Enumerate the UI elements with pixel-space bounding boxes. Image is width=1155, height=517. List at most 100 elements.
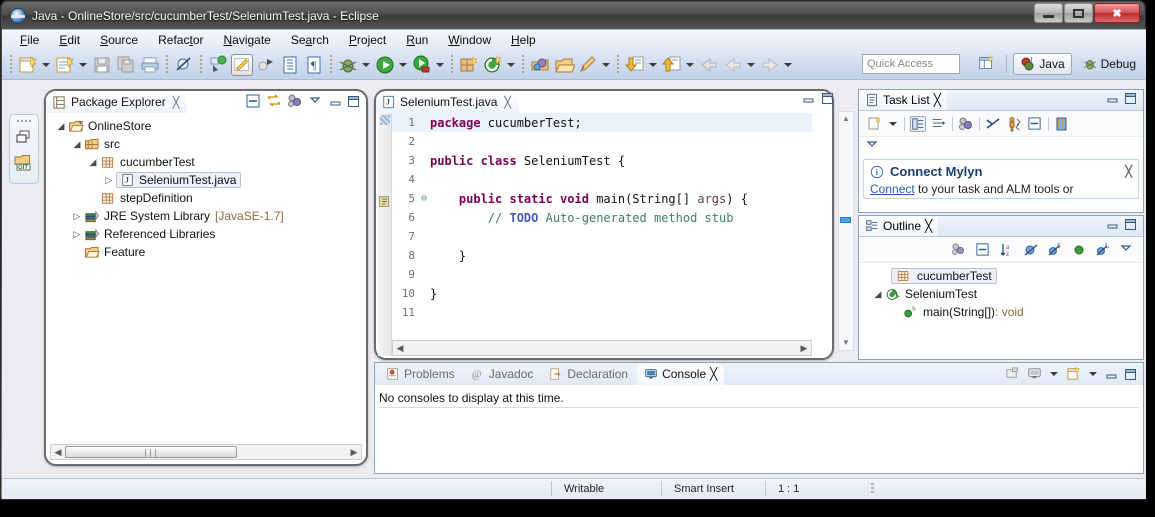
code-line[interactable]: 8 } — [392, 246, 812, 265]
scroll-right-icon[interactable]: ▶ — [347, 447, 361, 458]
run-dropdown-icon[interactable] — [397, 54, 408, 76]
outline-row-seleniumtest[interactable]: ◢ SeleniumTest — [867, 285, 1143, 303]
outline-row-cucumbertest[interactable]: cucumberTest — [867, 267, 1143, 285]
scroll-left-icon[interactable]: ◀ — [393, 343, 407, 354]
code-line[interactable]: 1 package cucumberTest; — [392, 113, 812, 132]
debug-dropdown-icon[interactable] — [360, 54, 371, 76]
mylyn-connect-link[interactable]: Connect — [870, 182, 915, 196]
toggle-mark-occurrences-icon[interactable] — [255, 54, 277, 76]
run-coverage-dropdown-icon[interactable] — [434, 54, 445, 76]
quick-access-input[interactable]: Quick Access — [862, 54, 960, 74]
previous-annotation-icon[interactable] — [661, 54, 683, 76]
maximize-icon[interactable] — [1124, 92, 1137, 105]
search-icon[interactable] — [529, 54, 551, 76]
open-task-icon[interactable] — [279, 54, 301, 76]
code-line[interactable]: 9 — [392, 265, 812, 284]
scroll-right-icon[interactable]: ▶ — [797, 343, 811, 354]
outline-row-main-method[interactable]: S main(String[]) : void — [867, 303, 1143, 321]
new-java-class-icon[interactable] — [54, 54, 76, 76]
tree-row-cucumbertest[interactable]: ◢ cucumberTest — [52, 153, 366, 171]
sort-alpha-icon[interactable]: az — [999, 242, 1015, 258]
menu-file[interactable]: File — [10, 31, 49, 49]
menu-refactor[interactable]: Refactor — [148, 31, 213, 49]
link-with-editor-icon[interactable] — [266, 93, 282, 109]
categorized-presentation-icon[interactable] — [910, 115, 926, 132]
scroll-down-icon[interactable]: ▼ — [839, 336, 853, 350]
forward-dropdown-icon[interactable] — [782, 54, 793, 76]
hide-fields-icon[interactable] — [1023, 242, 1039, 258]
close-icon[interactable]: ╳ — [504, 96, 511, 109]
menu-project[interactable]: Project — [339, 31, 396, 49]
save-all-icon[interactable] — [115, 54, 137, 76]
close-icon[interactable]: ╳ — [173, 96, 180, 109]
scroll-thumb[interactable]: ∣∣∣ — [65, 446, 237, 458]
editor-gutter[interactable] — [378, 113, 392, 356]
menu-run[interactable]: Run — [396, 31, 438, 49]
menu-help[interactable]: Help — [501, 31, 546, 49]
run-icon[interactable] — [374, 54, 396, 76]
collapse-all-icon[interactable] — [975, 242, 991, 258]
tab-javadoc[interactable]: @ Javadoc — [464, 364, 541, 385]
code-line[interactable]: 2 — [392, 132, 812, 151]
save-icon[interactable] — [91, 54, 113, 76]
maximize-icon[interactable] — [1124, 368, 1137, 381]
tree-row-stepdefinition[interactable]: stepDefinition — [52, 189, 366, 207]
minimize-icon[interactable] — [1105, 368, 1118, 381]
view-menu-icon[interactable] — [865, 138, 881, 154]
twisty-open-icon[interactable]: ◢ — [871, 289, 885, 300]
tree-row-referenced-libraries[interactable]: ▷ Referenced Libraries — [52, 225, 366, 243]
next-annotation-dropdown-icon[interactable] — [647, 54, 658, 76]
new-wizard-icon[interactable] — [17, 54, 39, 76]
display-selected-console-icon[interactable] — [1027, 366, 1043, 382]
maximize-icon[interactable] — [1124, 218, 1137, 231]
scroll-marker[interactable] — [840, 217, 851, 223]
tree-row-onlinestore[interactable]: ◢ OnlineStore — [52, 117, 366, 135]
debug-icon[interactable] — [337, 54, 359, 76]
code-line[interactable]: 7 — [392, 227, 812, 246]
open-console-icon[interactable] — [1005, 366, 1021, 382]
minimize-icon[interactable] — [1106, 218, 1119, 231]
dropdown2-icon[interactable] — [1088, 367, 1097, 382]
scheduled-presentation-icon[interactable] — [931, 116, 947, 132]
tree-row-src[interactable]: ◢ src — [52, 135, 366, 153]
tab-declaration[interactable]: Declaration — [542, 364, 635, 385]
previous-annotation-dropdown-icon[interactable] — [684, 54, 695, 76]
open-folder-icon[interactable] — [553, 54, 575, 76]
maximize-button[interactable] — [1064, 3, 1093, 23]
twisty-open-icon[interactable]: ◢ — [70, 139, 84, 150]
git-repositories-icon[interactable]: GIT — [13, 151, 35, 173]
back-icon[interactable] — [698, 54, 720, 76]
hide-static-icon[interactable]: S — [1047, 242, 1063, 258]
minimize-icon[interactable] — [1106, 92, 1119, 105]
collapse-all-icon[interactable] — [1027, 116, 1043, 132]
synchronize-icon[interactable] — [958, 116, 974, 132]
perspective-debug[interactable]: Debug — [1076, 54, 1142, 74]
sort-icon[interactable] — [951, 242, 967, 258]
code-line[interactable]: 10} — [392, 284, 812, 303]
close-icon[interactable]: ╳ — [710, 367, 717, 381]
toggle-breakpoint-icon[interactable] — [173, 54, 195, 76]
code-line[interactable]: 6 // TODO Auto-generated method stub — [392, 208, 812, 227]
new-package-icon[interactable] — [458, 54, 480, 76]
next-annotation-icon[interactable] — [624, 54, 646, 76]
code-line[interactable]: 5 ⊖ public static void main(String[] args… — [392, 189, 812, 208]
activate-task-icon[interactable] — [1006, 116, 1022, 132]
code-line[interactable]: 11 — [392, 303, 812, 322]
minimize-icon[interactable] — [329, 95, 342, 108]
maximize-icon[interactable] — [347, 95, 360, 108]
tab-outline[interactable]: Outline ╳ — [859, 216, 939, 236]
annotate-icon[interactable] — [577, 54, 599, 76]
rail-grip[interactable] — [10, 115, 38, 123]
tree-row-feature[interactable]: Feature — [52, 243, 366, 261]
menu-source[interactable]: Source — [90, 31, 148, 49]
dropdown-icon[interactable] — [1049, 367, 1058, 382]
close-button[interactable]: ✖ — [1094, 3, 1140, 23]
new-java-class-dropdown-icon[interactable] — [77, 54, 88, 76]
edit-highlight-icon[interactable] — [231, 53, 253, 76]
code-editor[interactable]: 1 package cucumberTest; 2 3 public class S… — [392, 113, 812, 342]
twisty-closed-icon[interactable]: ▷ — [70, 229, 84, 240]
skip-breakpoints-icon[interactable] — [207, 54, 229, 76]
open-perspective-icon[interactable] — [977, 53, 999, 75]
scroll-left-icon[interactable]: ◀ — [51, 447, 65, 458]
scroll-up-icon[interactable]: ▲ — [839, 112, 853, 126]
